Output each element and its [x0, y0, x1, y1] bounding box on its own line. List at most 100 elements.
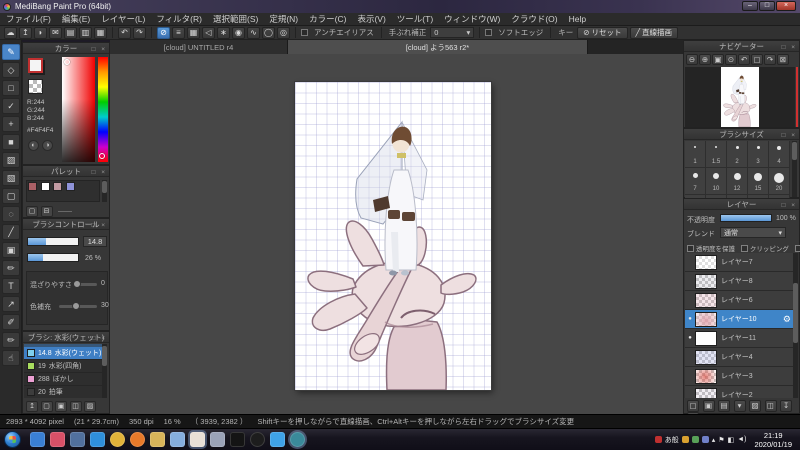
- taskbar-app-chrome[interactable]: [109, 432, 125, 447]
- saturation-value-picker[interactable]: [62, 57, 95, 162]
- menu-select[interactable]: 選択範囲(S): [213, 13, 258, 25]
- layer-row[interactable]: レイヤー3: [685, 367, 795, 386]
- view-lock-icon[interactable]: ⊠: [777, 54, 789, 65]
- layer-row-selected[interactable]: ● レイヤー10 ⚙: [685, 310, 795, 329]
- blend-dropdown[interactable]: 通常 ▾: [720, 227, 786, 238]
- snap-concentric-icon[interactable]: ◎: [277, 26, 290, 39]
- snap-off-icon[interactable]: ⊘: [157, 26, 170, 39]
- tray-expand-icon[interactable]: ▴: [712, 436, 716, 444]
- fill-rect-tool-icon[interactable]: ■: [2, 134, 20, 150]
- zoom-out-icon[interactable]: ⊖: [686, 54, 698, 65]
- taskbar-app-record[interactable]: [249, 432, 265, 447]
- comment-icon[interactable]: ◗: [34, 26, 47, 39]
- reset-view-icon[interactable]: ▢: [751, 54, 763, 65]
- taskbar-app-notes[interactable]: [169, 432, 185, 447]
- menu-filter[interactable]: フィルタ(R): [156, 13, 202, 25]
- layer-row[interactable]: レイヤー8: [685, 272, 795, 291]
- visibility-icon[interactable]: ●: [685, 316, 695, 322]
- brush-size-cell[interactable]: 4: [769, 141, 790, 168]
- palette-swatch[interactable]: [53, 182, 63, 191]
- new-pixel-layer-icon[interactable]: ▣: [702, 400, 715, 412]
- panel-popout-close-icons[interactable]: □ ×: [781, 130, 797, 141]
- taskbar-app-design[interactable]: [209, 432, 225, 447]
- snap-cross-icon[interactable]: ▦: [187, 26, 200, 39]
- brush-size-cell[interactable]: 7: [685, 168, 706, 195]
- hue-slider[interactable]: [98, 57, 108, 162]
- panel-popout-close-icons[interactable]: □ ×: [91, 167, 107, 178]
- layer-row[interactable]: レイヤー4: [685, 348, 795, 367]
- fit-window-icon[interactable]: ▣: [712, 54, 724, 65]
- text-tool-icon[interactable]: T: [2, 278, 20, 294]
- taskbar-app-itunes[interactable]: [49, 432, 65, 447]
- grid-icon[interactable]: ▦: [94, 26, 107, 39]
- palette-scrollbar[interactable]: [102, 180, 107, 202]
- lock-checkbox[interactable]: [794, 245, 800, 252]
- snap-vanishing-icon[interactable]: ◁: [202, 26, 215, 39]
- upload-brush-icon[interactable]: ↥: [26, 401, 38, 412]
- add-layer-menu-icon[interactable]: ▾: [733, 400, 746, 412]
- transparent-color-swatch[interactable]: [28, 79, 43, 94]
- mix-slider[interactable]: [73, 280, 97, 288]
- layer-opacity-slider[interactable]: [720, 214, 772, 222]
- move-tool-icon[interactable]: +: [2, 116, 20, 132]
- network-icon[interactable]: ◧: [728, 436, 735, 444]
- menu-cloud[interactable]: クラウド(O): [511, 13, 557, 25]
- duplicate-layer-icon[interactable]: ◫: [764, 400, 777, 412]
- panel-popout-close-icons[interactable]: □ ×: [91, 220, 107, 231]
- menu-file[interactable]: ファイル(F): [6, 13, 51, 25]
- menu-color[interactable]: カラー(C): [309, 13, 346, 25]
- lasso-tool-icon[interactable]: ◌: [2, 206, 20, 222]
- panel-popout-close-icons[interactable]: □ ×: [781, 200, 797, 211]
- panel-popout-close-icons[interactable]: □ ×: [781, 42, 797, 53]
- line-draw-button[interactable]: ╱ 直線描画: [629, 26, 679, 39]
- cloud-icon[interactable]: ☁: [4, 26, 17, 39]
- pen-tool-icon[interactable]: ✐: [2, 314, 20, 330]
- taskbar-app-medibang-active[interactable]: [189, 432, 205, 447]
- taskbar-app-clip[interactable]: [229, 432, 245, 447]
- zoom-in-icon[interactable]: ⊕: [699, 54, 711, 65]
- snap-curve-icon[interactable]: ∿: [247, 26, 260, 39]
- new-palette-color-icon[interactable]: ▢: [26, 206, 38, 217]
- brush-item[interactable]: 288 ぼかし: [24, 373, 105, 386]
- new-8bit-layer-icon[interactable]: ▤: [718, 400, 731, 412]
- duplicate-brush-icon[interactable]: ◫: [69, 401, 82, 412]
- protect-alpha-checkbox[interactable]: [687, 245, 694, 252]
- brush-size-cell[interactable]: 2: [727, 141, 748, 168]
- brush-size-cell[interactable]: 1.5: [706, 141, 727, 168]
- menu-ruler[interactable]: 定規(N): [269, 13, 298, 25]
- select-rect-tool-icon[interactable]: □: [2, 80, 20, 96]
- brush-size-cell[interactable]: 10: [706, 168, 727, 195]
- menu-tool[interactable]: ツール(T): [397, 13, 433, 25]
- visibility-icon[interactable]: ●: [685, 335, 695, 341]
- minimize-button[interactable]: –: [742, 1, 758, 11]
- add-brush-menu-icon[interactable]: ▣: [55, 401, 68, 412]
- brush-size-cell[interactable]: 1: [685, 141, 706, 168]
- brush-size-scrollbar[interactable]: [792, 141, 797, 197]
- snap-radial-icon[interactable]: ∗: [217, 26, 230, 39]
- softedge-checkbox[interactable]: [485, 29, 493, 36]
- stabilizer-dropdown[interactable]: 0 ▾: [430, 27, 475, 38]
- pages-icon[interactable]: ▥: [79, 26, 92, 39]
- rotate-left-icon[interactable]: ↶: [738, 54, 750, 65]
- eyedropper-tool-icon[interactable]: ╱: [2, 224, 20, 240]
- eraser-tool-icon[interactable]: ◇: [2, 62, 20, 78]
- hand-tool-icon[interactable]: ☝: [2, 350, 20, 366]
- layer-settings-gear-icon[interactable]: ⚙: [783, 314, 791, 325]
- redo-icon[interactable]: ↷: [133, 26, 146, 39]
- reset-button[interactable]: ⊘ リセット: [577, 26, 628, 39]
- merge-layer-icon[interactable]: ↧: [780, 400, 793, 412]
- select-eraser-tool-icon[interactable]: ✏: [2, 260, 20, 276]
- taskbar-app-wmp[interactable]: [29, 432, 45, 447]
- palette-swatch[interactable]: [40, 182, 50, 191]
- palette-swatch[interactable]: [28, 182, 37, 191]
- brush-tool-icon[interactable]: ✎: [2, 44, 20, 60]
- refill-slider[interactable]: [59, 302, 97, 310]
- canvas-edit-tool-icon[interactable]: ▣: [2, 242, 20, 258]
- tab-you563[interactable]: [cloud] よう563 r2*: [288, 40, 588, 54]
- navigator-preview[interactable]: [685, 67, 795, 127]
- taskbar-app-folder[interactable]: [149, 432, 165, 447]
- tray-app-icon[interactable]: [681, 436, 689, 443]
- close-button[interactable]: ×: [776, 1, 796, 11]
- ime-indicator[interactable]: あ般: [665, 435, 679, 445]
- brush-size-cell[interactable]: 12: [727, 168, 748, 195]
